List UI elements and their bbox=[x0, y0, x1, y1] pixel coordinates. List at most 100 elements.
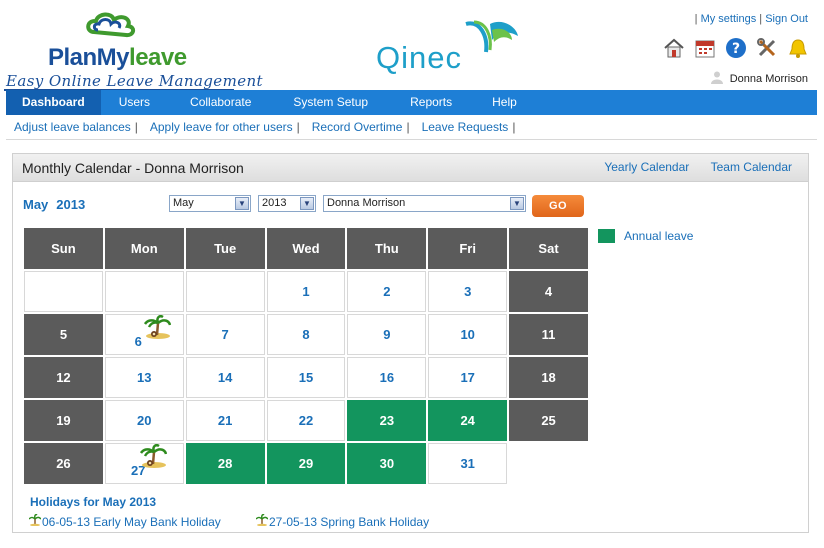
calendar-day-leave[interactable]: 24 bbox=[428, 400, 508, 441]
chevron-down-icon: ▼ bbox=[235, 197, 249, 210]
nav-reports[interactable]: Reports bbox=[388, 90, 474, 115]
nav-dashboard[interactable]: Dashboard bbox=[6, 90, 101, 115]
calendar-day-weekend[interactable]: 5 bbox=[24, 314, 103, 355]
weekday-header: Wed bbox=[266, 228, 346, 269]
weekday-header: Thu bbox=[347, 228, 427, 269]
calendar-day-number: 23 bbox=[379, 413, 395, 428]
calendar-day-leave[interactable]: 28 bbox=[185, 443, 265, 484]
weekday-header: Fri bbox=[428, 228, 508, 269]
calendar-day-number: 9 bbox=[383, 327, 391, 342]
yearly-calendar-link[interactable]: Yearly Calendar bbox=[604, 160, 689, 174]
calendar-day-number: 22 bbox=[298, 413, 314, 428]
partner-logo-mark bbox=[462, 18, 522, 68]
calendar-day-weekend[interactable]: 18 bbox=[509, 357, 588, 398]
calendar-day-number: 29 bbox=[298, 456, 314, 471]
sub-nav: Adjust leave balances | Apply leave for ot… bbox=[14, 120, 516, 134]
calendar-day-weekend[interactable]: 19 bbox=[24, 400, 103, 441]
user-select[interactable]: Donna Morrison ▼ bbox=[323, 195, 526, 212]
palm-tree-icon bbox=[139, 444, 168, 471]
subnav-apply-leave-others[interactable]: Apply leave for other users bbox=[150, 120, 293, 134]
calendar-week-row: 19 20 21 22 23 24 25 bbox=[24, 400, 588, 441]
tools-icon[interactable] bbox=[755, 36, 778, 59]
subnav-adjust-leave[interactable]: Adjust leave balances bbox=[14, 120, 131, 134]
calendar-day-number: 10 bbox=[460, 327, 475, 342]
calendar-day-weekend[interactable]: 12 bbox=[24, 357, 103, 398]
help-icon[interactable]: ? bbox=[724, 36, 747, 59]
nav-help[interactable]: Help bbox=[474, 90, 535, 115]
palm-tree-icon bbox=[28, 513, 42, 529]
subnav-record-overtime[interactable]: Record Overtime bbox=[312, 120, 403, 134]
calendar-day[interactable]: 10 bbox=[428, 314, 508, 355]
toolbar-icons: ? bbox=[662, 36, 809, 59]
calendar-day[interactable]: 20 bbox=[104, 400, 184, 441]
calendar-day[interactable]: 14 bbox=[185, 357, 265, 398]
calendar-day-number: 19 bbox=[56, 413, 71, 428]
calendar-day-weekend[interactable]: 4 bbox=[509, 271, 588, 312]
calendar-day-leave[interactable]: 30 bbox=[347, 443, 427, 484]
calendar-week-row: 12 13 14 15 16 17 18 bbox=[24, 357, 588, 398]
calendar-day-weekend[interactable]: 25 bbox=[509, 400, 588, 441]
weekday-header: Sat bbox=[509, 228, 588, 269]
nav-collaborate[interactable]: Collaborate bbox=[168, 90, 273, 115]
holiday-day-wrapper: 27 bbox=[131, 444, 168, 478]
subnav-leave-requests[interactable]: Leave Requests bbox=[422, 120, 509, 134]
home-icon[interactable] bbox=[662, 36, 685, 59]
calendar-week-row: 26 27 28 29 30 31 bbox=[24, 443, 588, 484]
calendar-day-number: 7 bbox=[221, 327, 229, 342]
holiday-item-text: 27-05-13 Spring Bank Holiday bbox=[269, 514, 430, 529]
nav-users[interactable]: Users bbox=[101, 90, 168, 115]
current-month-label: May 2013 bbox=[23, 197, 93, 212]
calendar-day-empty bbox=[185, 271, 265, 312]
calendar-day[interactable]: 13 bbox=[104, 357, 184, 398]
palm-tree-icon bbox=[143, 315, 171, 342]
go-button[interactable]: GO bbox=[532, 195, 584, 217]
calendar-day[interactable]: 1 bbox=[266, 271, 346, 312]
calendar-day[interactable]: 2 bbox=[347, 271, 427, 312]
year-select[interactable]: 2013 ▼ bbox=[258, 195, 316, 212]
bell-icon[interactable] bbox=[786, 36, 809, 59]
nav-system-setup[interactable]: System Setup bbox=[273, 90, 388, 115]
calendar-day-number: 3 bbox=[464, 284, 472, 299]
calendar-day[interactable]: 9 bbox=[347, 314, 427, 355]
calendar-day-number: 2 bbox=[383, 284, 391, 299]
calendar-day-number: 15 bbox=[298, 370, 314, 385]
brand-name-part1: PlanMy bbox=[48, 44, 130, 71]
calendar-week-row: 5 6 7 8 9 10 11 bbox=[24, 314, 588, 355]
chevron-down-icon: ▼ bbox=[300, 197, 314, 210]
my-settings-link[interactable]: My settings bbox=[701, 13, 757, 25]
holiday-item[interactable]: 06-05-13 Early May Bank Holiday bbox=[28, 513, 221, 529]
brand-logo[interactable]: PlanMyleave bbox=[48, 44, 187, 72]
partner-logo: Qinec bbox=[376, 40, 462, 75]
calendar-day-weekend[interactable]: 11 bbox=[509, 314, 588, 355]
calendar-day-holiday[interactable]: 6 bbox=[104, 314, 184, 355]
calendar-day-number: 4 bbox=[544, 284, 553, 299]
sign-out-link[interactable]: Sign Out bbox=[765, 13, 808, 25]
palm-tree-icon bbox=[255, 513, 269, 529]
month-select-value: May bbox=[173, 197, 194, 209]
team-calendar-link[interactable]: Team Calendar bbox=[711, 160, 792, 174]
calendar-day-number: 8 bbox=[302, 327, 310, 342]
calendar-day[interactable]: 15 bbox=[266, 357, 346, 398]
annual-leave-swatch bbox=[598, 229, 615, 243]
calendar-day[interactable]: 17 bbox=[428, 357, 508, 398]
calendar-day-leave[interactable]: 29 bbox=[266, 443, 346, 484]
calendar-day[interactable]: 21 bbox=[185, 400, 265, 441]
month-select[interactable]: May ▼ bbox=[169, 195, 251, 212]
panel-header: Monthly Calendar - Donna Morrison Yearly… bbox=[13, 154, 808, 182]
calendar-legend: Annual leave bbox=[598, 229, 693, 243]
calendar-day[interactable]: 31 bbox=[428, 443, 508, 484]
calendar-day[interactable]: 3 bbox=[428, 271, 508, 312]
calendar-day-number: 16 bbox=[379, 370, 395, 385]
calendar-day-number: 12 bbox=[56, 370, 71, 385]
calendar-icon[interactable] bbox=[693, 36, 716, 59]
calendar-day-number: 20 bbox=[137, 413, 152, 428]
calendar-day[interactable]: 16 bbox=[347, 357, 427, 398]
holiday-item[interactable]: 27-05-13 Spring Bank Holiday bbox=[255, 513, 430, 529]
calendar-day[interactable]: 22 bbox=[266, 400, 346, 441]
calendar-day[interactable]: 7 bbox=[185, 314, 265, 355]
calendar-day[interactable]: 8 bbox=[266, 314, 346, 355]
calendar-day-leave[interactable]: 23 bbox=[347, 400, 427, 441]
calendar-day-holiday[interactable]: 27 bbox=[104, 443, 184, 484]
calendar-day-number: 25 bbox=[541, 413, 556, 428]
calendar-day-weekend[interactable]: 26 bbox=[24, 443, 103, 484]
